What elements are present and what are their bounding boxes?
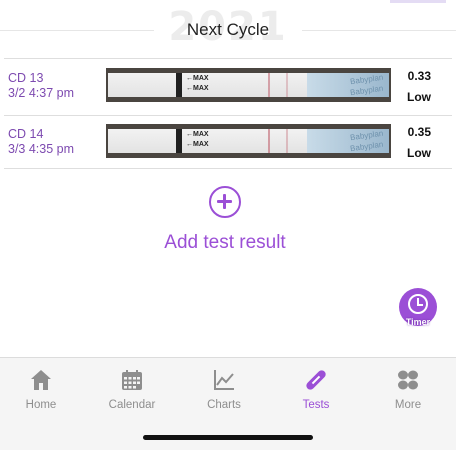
strip-max-mark: ←MAX — [186, 131, 209, 138]
home-indicator — [143, 435, 313, 440]
tab-bar: Home Calendar Charts Tests More — [0, 357, 456, 450]
tab-label: More — [394, 399, 422, 411]
cycle-day-label: CD 13 — [8, 71, 44, 85]
tab-label: Tests — [302, 399, 330, 411]
control-line — [286, 73, 288, 97]
tab-label: Home — [25, 399, 57, 411]
section-title: Next Cycle — [186, 20, 270, 39]
test-row[interactable]: CD 13 3/2 4:37 pm ←MAX ←MAX Babyplan Bab… — [0, 58, 456, 111]
lh-value: 0.35 — [407, 125, 431, 139]
row-divider — [4, 168, 452, 169]
strip-brand-area: Babyplan Babyplan — [307, 129, 389, 153]
clock-hand — [417, 304, 423, 306]
test-datetime: 3/2 4:37 pm — [8, 86, 75, 100]
tab-more[interactable]: More — [367, 366, 449, 416]
tab-calendar[interactable]: Calendar — [91, 366, 173, 416]
tab-label: Calendar — [108, 399, 156, 411]
timer-label: Timer — [405, 317, 431, 327]
row-divider — [4, 58, 452, 59]
calendar-icon — [122, 370, 142, 390]
strip-brand-area: Babyplan Babyplan — [307, 73, 389, 97]
add-test-result-button[interactable]: Add test result — [0, 232, 450, 254]
strip-handle — [176, 129, 182, 153]
test-line — [268, 73, 270, 97]
test-strip-photo: ←MAX ←MAX Babyplan Babyplan — [106, 124, 391, 158]
strip-max-mark: ←MAX — [186, 85, 209, 92]
strip-body: ←MAX ←MAX Babyplan Babyplan — [108, 129, 389, 153]
test-datetime: 3/3 4:35 pm — [8, 142, 75, 156]
tab-label: Charts — [207, 399, 241, 411]
lh-level: Low — [407, 146, 431, 160]
timer-button[interactable]: Timer — [399, 288, 437, 330]
home-icon — [31, 370, 51, 390]
row-divider — [4, 115, 452, 116]
strip-body: ←MAX ←MAX Babyplan Babyplan — [108, 73, 389, 97]
plus-circle-icon[interactable] — [209, 186, 241, 218]
chart-line-icon — [214, 370, 234, 390]
tests-screen: 2021 Next Cycle CD 13 3/2 4:37 pm ←MAX ←… — [0, 0, 456, 450]
test-line — [268, 129, 270, 153]
more-icon — [398, 370, 418, 390]
strip-max-mark: ←MAX — [186, 141, 209, 148]
test-row[interactable]: CD 14 3/3 4:35 pm ←MAX ←MAX Babyplan Bab… — [0, 115, 456, 169]
cycle-day-label: CD 14 — [8, 127, 44, 141]
tab-home[interactable]: Home — [0, 366, 82, 416]
tab-charts[interactable]: Charts — [183, 366, 265, 416]
strip-handle — [176, 73, 182, 97]
tab-tests[interactable]: Tests — [275, 366, 357, 416]
lh-level: Low — [407, 90, 431, 104]
cycle-section-header: 2021 Next Cycle — [0, 0, 456, 58]
strip-max-mark: ←MAX — [186, 75, 209, 82]
test-strip-icon — [306, 370, 326, 390]
control-line — [286, 129, 288, 153]
test-strip-photo: ←MAX ←MAX Babyplan Babyplan — [106, 68, 391, 102]
lh-value: 0.33 — [407, 69, 431, 83]
